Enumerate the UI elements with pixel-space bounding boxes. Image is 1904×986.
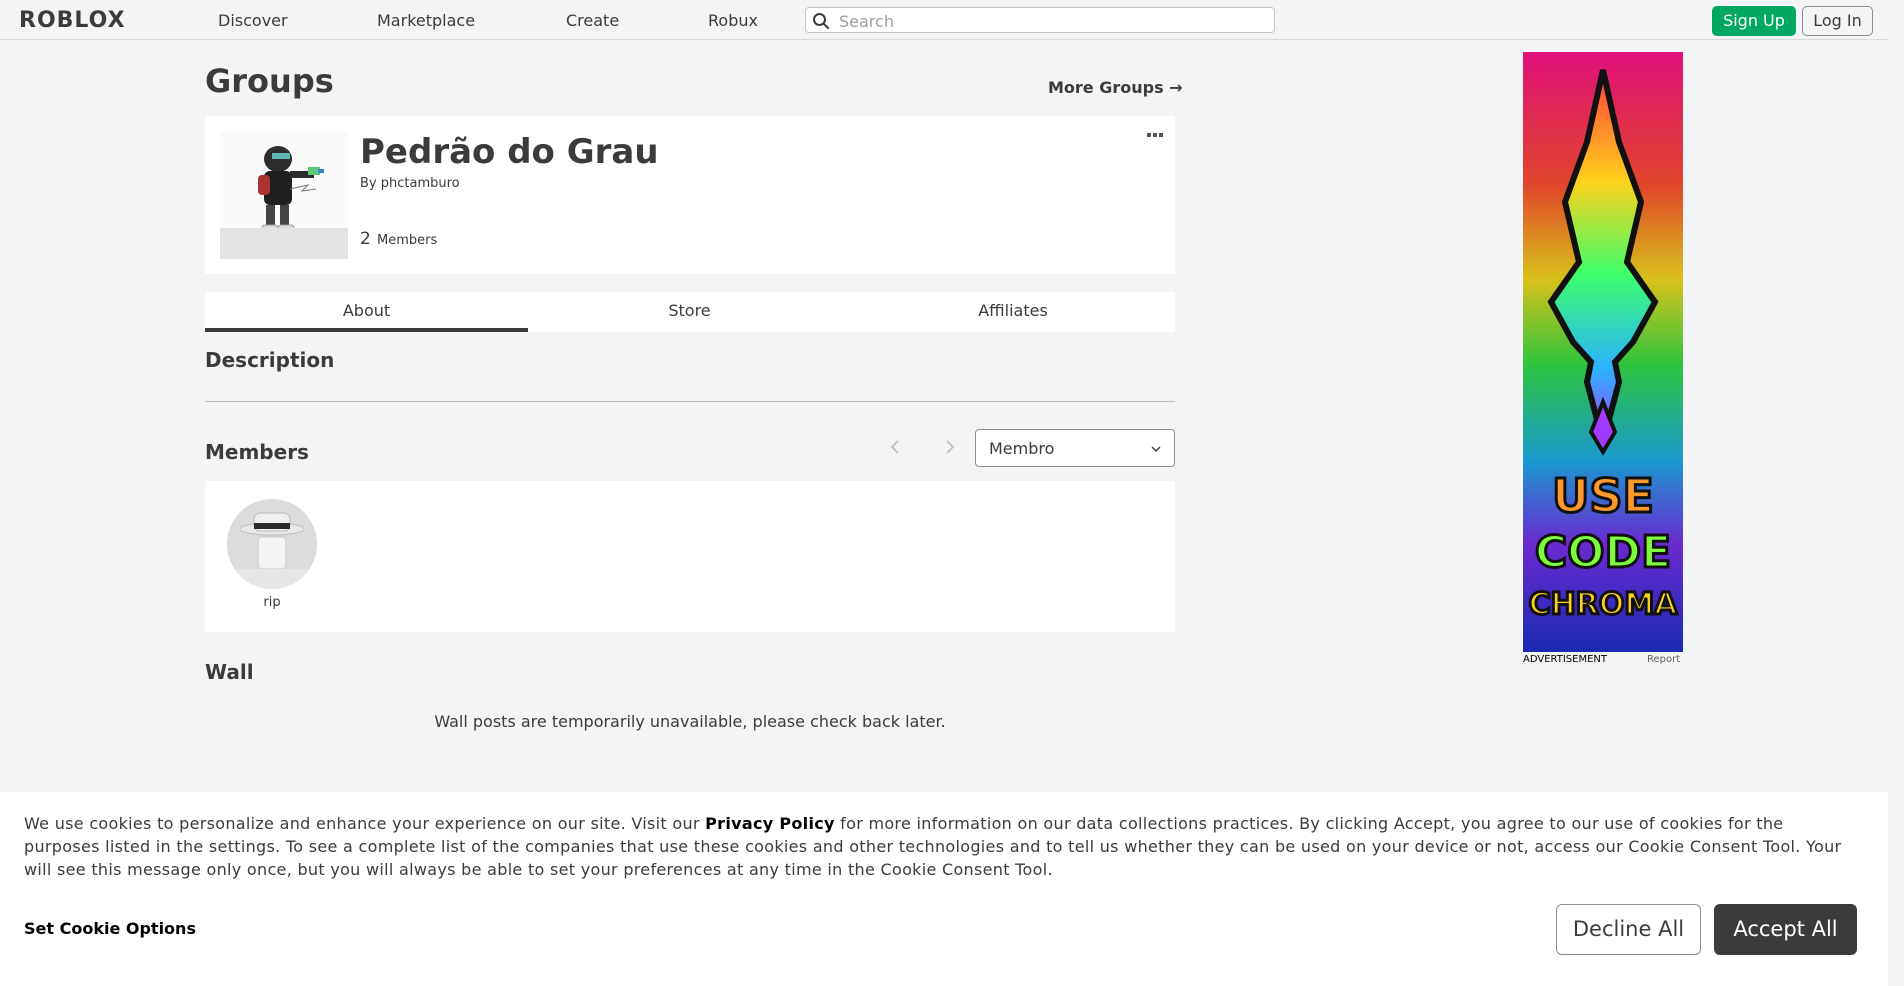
nav-robux[interactable]: Robux <box>708 11 758 30</box>
nav-discover[interactable]: Discover <box>218 11 288 30</box>
by-prefix: By <box>360 176 377 191</box>
decline-all-button[interactable]: Decline All <box>1556 904 1701 955</box>
search-input[interactable]: Search <box>805 7 1275 33</box>
member-count: 2 <box>360 229 371 249</box>
cookie-consent-banner: We use cookies to personalize and enhanc… <box>0 792 1888 986</box>
group-header-card: Pedrão do Grau By phctamburo 2 Members <box>205 116 1175 274</box>
ad-line-1: USE <box>1552 469 1654 523</box>
search-placeholder: Search <box>839 12 894 31</box>
log-in-button[interactable]: Log In <box>1802 6 1873 36</box>
group-tabs: About Store Affiliates <box>205 292 1175 332</box>
group-name: Pedrão do Grau <box>360 132 659 172</box>
nav-marketplace[interactable]: Marketplace <box>377 11 475 30</box>
tab-affiliates[interactable]: Affiliates <box>851 292 1175 332</box>
description-heading: Description <box>205 348 335 372</box>
members-list: rip <box>205 481 1175 632</box>
search-icon <box>813 13 829 29</box>
wall-unavailable-message: Wall posts are temporarily unavailable, … <box>434 712 946 731</box>
roblox-logo[interactable]: ROBLOX <box>19 8 126 33</box>
role-select-dropdown[interactable]: Membro <box>975 429 1175 467</box>
set-cookie-options-link[interactable]: Set Cookie Options <box>24 919 196 938</box>
description-divider <box>205 401 1175 402</box>
ad-line-2: CODE <box>1535 527 1671 578</box>
ad-report-link[interactable]: Report <box>1647 654 1680 665</box>
member-avatar[interactable] <box>227 499 317 589</box>
tab-store[interactable]: Store <box>528 292 851 332</box>
chevron-down-icon <box>1151 446 1161 452</box>
emblem-placeholder-bar <box>220 228 348 259</box>
members-heading: Members <box>205 440 309 464</box>
advertisement-banner[interactable]: USE CODE CHROMA <box>1523 52 1683 652</box>
previous-page-icon[interactable] <box>885 436 907 458</box>
group-owner-link[interactable]: phctamburo <box>381 176 460 191</box>
member-count-label: Members <box>377 233 438 248</box>
member-avatar-image <box>227 499 317 589</box>
privacy-policy-link[interactable]: Privacy Policy <box>705 814 835 833</box>
advertisement-label: ADVERTISEMENT <box>1523 654 1608 665</box>
accept-all-button[interactable]: Accept All <box>1714 904 1857 955</box>
member-name[interactable]: rip <box>227 595 317 610</box>
more-groups-link[interactable]: More Groups → <box>1048 78 1183 97</box>
role-select-value: Membro <box>989 439 1055 458</box>
cookie-consent-text: We use cookies to personalize and enhanc… <box>24 812 1864 881</box>
cookie-text-part-1: We use cookies to personalize and enhanc… <box>24 814 706 833</box>
page-title: Groups <box>205 62 334 100</box>
top-navigation-bar: ROBLOX Discover Marketplace Create Robux… <box>0 0 1888 40</box>
group-owner-line: By phctamburo <box>360 176 460 191</box>
ad-line-3: CHROMA <box>1529 587 1679 622</box>
sign-up-button[interactable]: Sign Up <box>1712 6 1796 36</box>
nav-create[interactable]: Create <box>566 11 619 30</box>
wall-heading: Wall <box>205 660 254 684</box>
next-page-icon[interactable] <box>938 436 960 458</box>
ad-artwork: USE CODE CHROMA <box>1523 52 1683 652</box>
tab-about[interactable]: About <box>205 292 528 332</box>
more-options-icon[interactable] <box>1145 130 1165 140</box>
